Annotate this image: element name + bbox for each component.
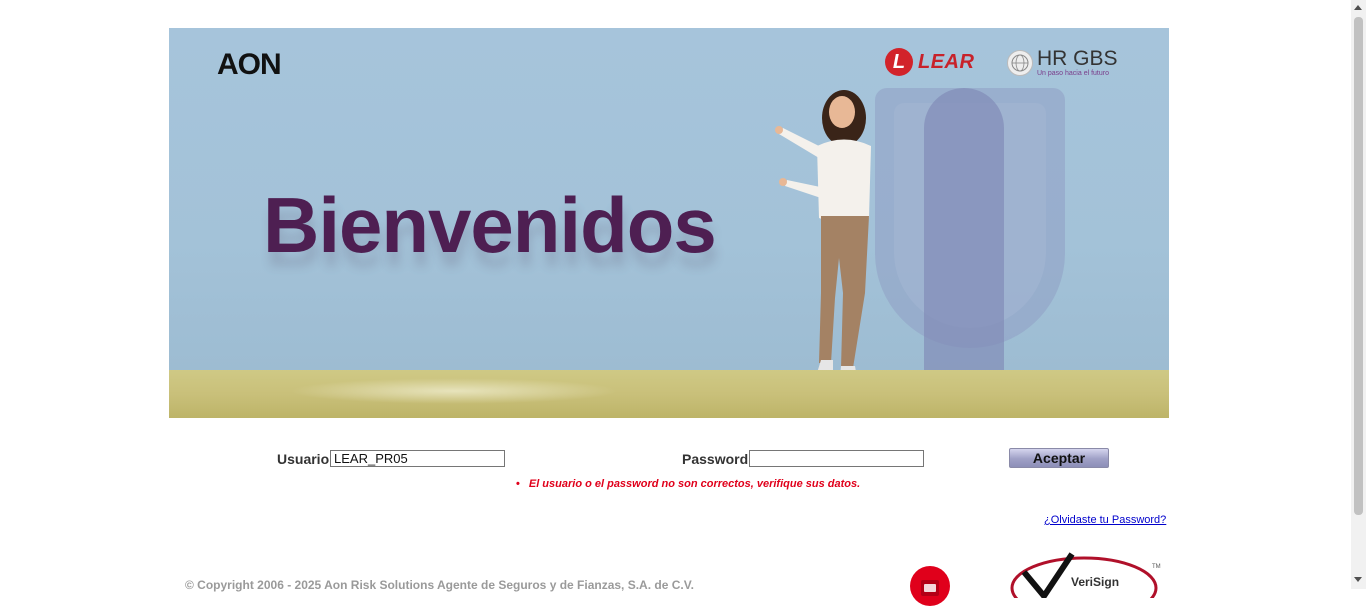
copyright-text: © Copyright 2006 - 2025 Aon Risk Solutio… (185, 578, 694, 592)
aon-logo: AON (217, 48, 282, 81)
hr-gbs-title: HR GBS (1037, 47, 1118, 70)
password-input[interactable] (749, 450, 924, 467)
floor-light (289, 378, 619, 404)
login-error-message: • El usuario o el password no son correct… (516, 478, 860, 490)
hr-gbs-logo: HR GBS Un paso hacia el futuro (1007, 48, 1118, 78)
scroll-up-icon[interactable] (1354, 5, 1362, 10)
error-text: El usuario o el password no son correcto… (528, 478, 861, 490)
woman-illustration (775, 90, 871, 390)
svg-text:TM: TM (1152, 564, 1161, 570)
lear-logo: L LEAR (885, 48, 974, 76)
vertical-scrollbar[interactable] (1351, 0, 1366, 589)
verisign-seal-icon[interactable]: TM VeriSign (1010, 548, 1165, 598)
error-bullet: • (516, 478, 520, 490)
password-label: Password (682, 451, 749, 467)
accept-button[interactable]: Aceptar (1009, 448, 1109, 468)
scroll-thumb[interactable] (1354, 17, 1363, 515)
hr-gbs-globe-icon (1007, 50, 1033, 76)
welcome-heading: Bienvenidos (263, 181, 717, 269)
welcome-banner: AON L LEAR HR GBS Un paso hacia el futur… (169, 28, 1169, 418)
person-shadow (924, 88, 1004, 408)
security-seal-icon[interactable] (910, 566, 950, 606)
lear-logo-icon: L (885, 48, 913, 76)
verisign-text: VeriSign (1071, 575, 1120, 589)
username-input[interactable] (330, 450, 505, 467)
lear-logo-text: LEAR (918, 50, 975, 73)
username-label: Usuario (277, 451, 330, 467)
hr-gbs-tagline: Un paso hacia el futuro (1037, 70, 1109, 77)
scroll-down-icon[interactable] (1354, 577, 1362, 582)
forgot-password-link[interactable]: ¿Olvidaste tu Password? (1044, 514, 1166, 526)
